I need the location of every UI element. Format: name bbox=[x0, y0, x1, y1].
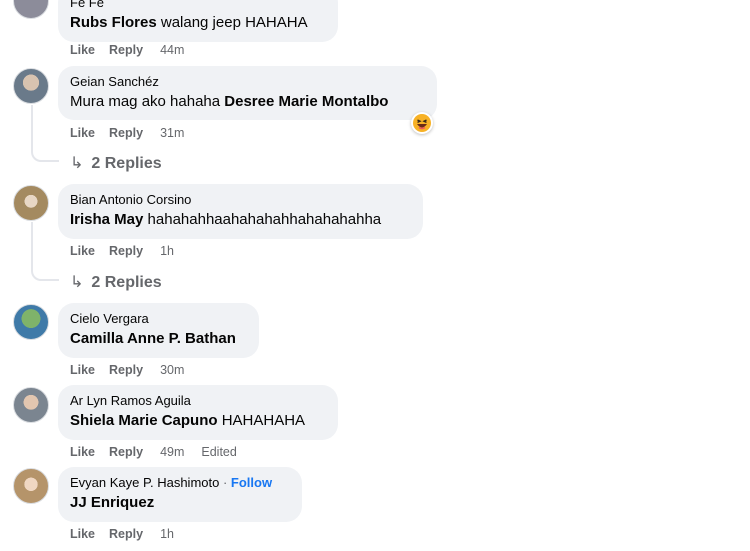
comment-actions: Like Reply 31m bbox=[70, 126, 198, 140]
separator-dot: · bbox=[219, 475, 231, 490]
view-replies-button[interactable]: ↳ 2 Replies bbox=[70, 153, 162, 173]
comment-text: Shiela Marie Capuno HAHAHAHA bbox=[70, 410, 326, 431]
comment-body: walang jeep HAHAHA bbox=[156, 14, 308, 31]
comment-author-line: Evyan Kaye P. Hashimoto · Follow bbox=[70, 474, 290, 491]
comment-text: Mura mag ako hahaha Desree Marie Montalb… bbox=[70, 91, 425, 112]
avatar[interactable] bbox=[13, 387, 49, 423]
mentioned-user[interactable]: Camilla Anne P. Bathan bbox=[70, 330, 236, 347]
replies-count: 2 Replies bbox=[91, 274, 162, 291]
comment-text: Camilla Anne P. Bathan bbox=[70, 328, 247, 349]
mentioned-user[interactable]: Irisha May bbox=[70, 211, 143, 228]
avatar[interactable] bbox=[13, 68, 49, 104]
comment-author[interactable]: Ar Lyn Ramos Aguila bbox=[70, 392, 326, 409]
like-button[interactable]: Like bbox=[70, 244, 95, 258]
comment-body: hahahahhaahahahahhahahahahha bbox=[143, 211, 382, 228]
comment-author[interactable]: Bian Antonio Corsino bbox=[70, 191, 411, 208]
reply-button[interactable]: Reply bbox=[109, 445, 143, 459]
avatar[interactable] bbox=[13, 304, 49, 340]
mentioned-user[interactable]: JJ Enriquez bbox=[70, 494, 154, 511]
haha-reaction-icon[interactable] bbox=[411, 112, 433, 134]
like-button[interactable]: Like bbox=[70, 445, 95, 459]
reply-arrow-icon: ↳ bbox=[70, 274, 84, 291]
comment-bubble: Cielo Vergara Camilla Anne P. Bathan bbox=[58, 303, 259, 358]
comment-bubble: Fe Fe Rubs Flores walang jeep HAHAHA bbox=[58, 0, 338, 42]
comment-timestamp[interactable]: 44m bbox=[160, 43, 184, 57]
replies-count: 2 Replies bbox=[91, 155, 162, 172]
comment-actions: Like Reply 49m Edited bbox=[70, 445, 251, 459]
view-replies-button[interactable]: ↳ 2 Replies bbox=[70, 272, 162, 292]
comment-timestamp[interactable]: 49m bbox=[160, 445, 184, 459]
comment-timestamp[interactable]: 1h bbox=[160, 244, 174, 258]
like-button[interactable]: Like bbox=[70, 43, 95, 57]
mentioned-user[interactable]: Rubs Flores bbox=[70, 14, 157, 31]
comment-timestamp[interactable]: 30m bbox=[160, 363, 184, 377]
reply-button[interactable]: Reply bbox=[109, 527, 143, 541]
reply-button[interactable]: Reply bbox=[109, 244, 143, 258]
reply-button[interactable]: Reply bbox=[109, 126, 143, 140]
comment-text: JJ Enriquez bbox=[70, 492, 290, 513]
comment-text: Rubs Flores walang jeep HAHAHA bbox=[70, 12, 326, 33]
comment-body: Mura mag ako hahaha bbox=[70, 93, 225, 110]
mentioned-user[interactable]: Desree Marie Montalbo bbox=[224, 93, 388, 110]
comment-author[interactable]: Evyan Kaye P. Hashimoto bbox=[70, 475, 219, 490]
like-button[interactable]: Like bbox=[70, 527, 95, 541]
comment-timestamp[interactable]: 1h bbox=[160, 527, 174, 541]
comment-bubble: Bian Antonio Corsino Irisha May hahahahh… bbox=[58, 184, 423, 239]
avatar[interactable] bbox=[13, 0, 49, 19]
comment-bubble: Evyan Kaye P. Hashimoto · Follow JJ Enri… bbox=[58, 467, 302, 522]
avatar[interactable] bbox=[13, 185, 49, 221]
comment-text: Irisha May hahahahhaahahahahhahahahahha bbox=[70, 209, 411, 230]
comment-timestamp[interactable]: 31m bbox=[160, 126, 184, 140]
reply-button[interactable]: Reply bbox=[109, 43, 143, 57]
avatar[interactable] bbox=[13, 468, 49, 504]
mentioned-user[interactable]: Shiela Marie Capuno bbox=[70, 412, 218, 429]
comment-actions: Like Reply 30m bbox=[70, 363, 198, 377]
reply-button[interactable]: Reply bbox=[109, 363, 143, 377]
comment-author[interactable]: Fe Fe bbox=[70, 0, 326, 11]
like-button[interactable]: Like bbox=[70, 126, 95, 140]
comment-body: HAHAHAHA bbox=[217, 412, 306, 429]
thread-line bbox=[31, 105, 59, 162]
comment-bubble: Geian Sanchéz Mura mag ako hahaha Desree… bbox=[58, 66, 437, 120]
thread-line bbox=[31, 222, 59, 281]
comment-author[interactable]: Cielo Vergara bbox=[70, 310, 247, 327]
follow-button[interactable]: Follow bbox=[231, 475, 272, 490]
comment-actions: Like Reply 1h bbox=[70, 244, 188, 258]
comment-author[interactable]: Geian Sanchéz bbox=[70, 73, 425, 90]
reply-arrow-icon: ↳ bbox=[70, 155, 84, 172]
like-button[interactable]: Like bbox=[70, 363, 95, 377]
comment-actions: Like Reply 44m bbox=[70, 43, 198, 57]
edited-label[interactable]: Edited bbox=[201, 445, 236, 459]
comment-actions: Like Reply 1h bbox=[70, 527, 188, 541]
comment-bubble: Ar Lyn Ramos Aguila Shiela Marie Capuno … bbox=[58, 385, 338, 440]
